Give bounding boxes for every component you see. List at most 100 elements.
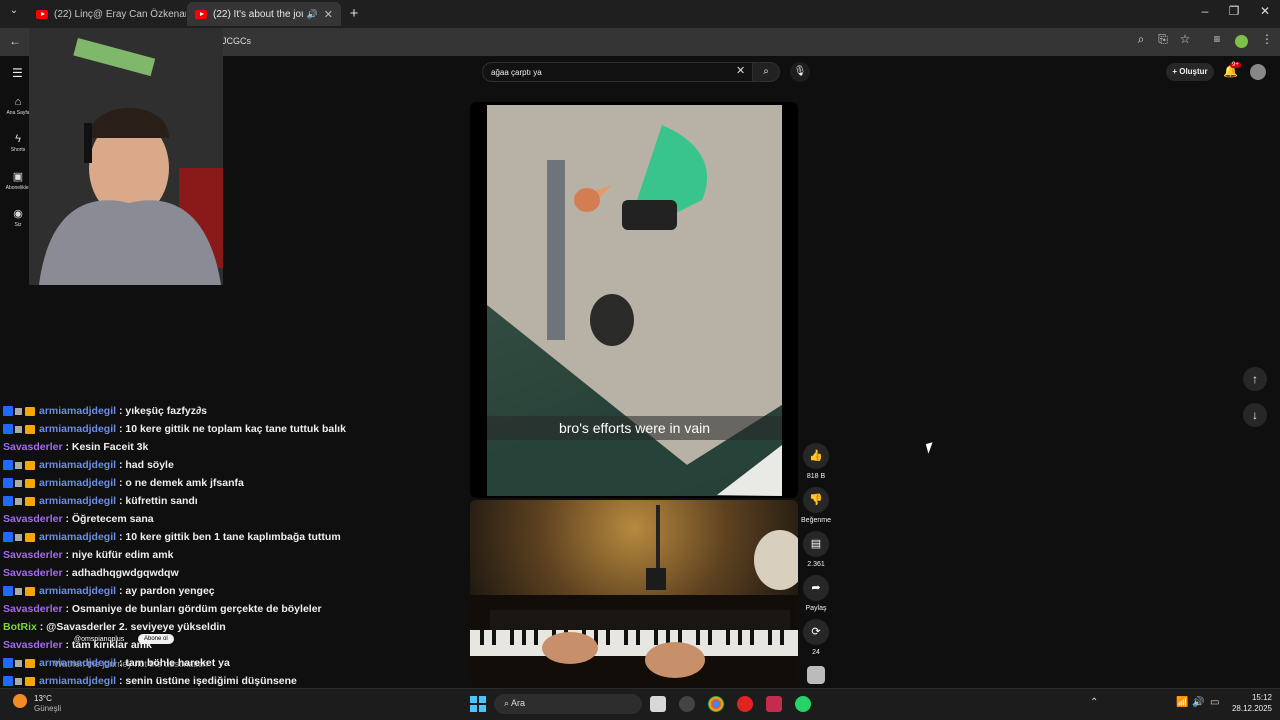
sidebar-label: Ana Sayfa [6,110,30,116]
tab-search-menu-icon[interactable]: ≡ [1207,32,1227,46]
chat-username[interactable]: armiamadjdegil [39,405,116,417]
chat-message: armiamadjdegil : ay pardon yengeç [3,582,215,600]
zoom-icon[interactable]: ⌕ [1131,32,1151,47]
streamer-webcam [29,28,223,285]
chat-text: : @Savasderler 2. seviyeye yükseldin [36,621,226,633]
settings-app-icon[interactable] [679,696,695,712]
chat-username[interactable]: armiamadjdegil [39,585,116,597]
remix-button[interactable]: ⟳ 24 [803,619,829,656]
volume-icon[interactable]: 🔊 [1192,697,1204,708]
share-button[interactable]: ➦ Paylaş [803,575,829,612]
tab-2[interactable]: (22) It's about the journey 🔊 ✕ [187,2,341,26]
bookmark-star-icon[interactable]: ☆ [1175,32,1195,46]
weather-icon[interactable] [13,694,27,708]
sound-thumbnail[interactable] [807,666,825,684]
chat-username[interactable]: Savasderler [3,513,63,525]
dislike-button[interactable]: 👎 Beğenme [801,487,831,524]
search-input[interactable]: ağaa çarptı ya [482,62,756,82]
chat-username[interactable]: armiamadjdegil [39,495,116,507]
clock-date[interactable]: 28.12.2025 [1220,704,1272,713]
browser-menu-icon[interactable]: ⋮ [1257,32,1277,46]
tab-1[interactable]: (22) Linç@ Eray Can Özkenar - ✕ [28,2,186,26]
app-red-icon[interactable] [737,696,753,712]
pocket-icon[interactable] [766,696,782,712]
file-explorer-icon[interactable] [650,696,666,712]
chat-badge-icon [25,586,35,596]
start-button[interactable] [470,696,486,712]
chat-badge-icon [15,497,22,505]
close-window-button[interactable]: ✕ [1250,4,1280,18]
comments-button[interactable]: ▤ 2.361 [803,531,829,568]
back-icon[interactable]: ← [5,34,25,48]
tab-2-title: (22) It's about the journey [213,8,303,20]
chat-username[interactable]: Savasderler [3,639,63,651]
tray-overflow-icon[interactable]: ⌃ [1090,697,1098,708]
search-value: ağaa çarptı ya [491,68,542,77]
battery-icon[interactable]: ▭ [1210,697,1219,708]
voice-search-button[interactable]: 🎙 [790,62,810,82]
chat-text: : had söyle [116,459,174,471]
chat-badge-icon [25,406,35,416]
chat-username[interactable]: Savasderler [3,441,63,453]
chat-message: BotRix : @Savasderler 2. seviyeye yüksel… [3,618,226,636]
audio-playing-icon[interactable]: 🔊 [307,9,318,20]
chat-message: armiamadjdegil : 10 kere gittik ne topla… [3,420,346,438]
chat-text: : 10 kere gittik ne toplam kaç tane tutt… [116,423,346,435]
chat-badge-icon [25,532,35,542]
previous-short-button[interactable]: ↑ [1243,367,1267,391]
chat-text: : Öğretecem sana [62,513,154,525]
create-button[interactable]: + Oluştur [1166,63,1214,81]
hamburger-menu-icon[interactable]: ☰ [12,66,23,80]
chat-badge-icon [15,461,22,469]
whatsapp-icon[interactable] [795,696,811,712]
new-tab-button[interactable]: + [339,5,369,22]
microphone-icon: 🎙 [793,66,807,77]
chat-username[interactable]: armiamadjdegil [39,531,116,543]
wifi-icon[interactable]: 📶 [1176,697,1188,708]
address-bar-url[interactable]: JCGCs [222,36,251,46]
sidebar-label: Abonelikler [5,185,31,191]
maximize-button[interactable]: ❐ [1219,4,1249,18]
minimize-button[interactable]: – [1190,4,1220,18]
chat-text: : niye küfür edim amk [62,549,174,561]
chat-badge-icon [25,424,35,434]
tab-2-close-icon[interactable]: ✕ [318,8,333,21]
remix-count: 24 [812,649,820,656]
thumbs-down-icon: 👎 [803,487,829,513]
chat-message: armiamadjdegil : tam böhle hareket ya [3,654,230,672]
chat-text: : yıkeşüç fazfyz∂s [116,405,208,417]
profile-avatar[interactable] [1235,35,1248,48]
chrome-icon[interactable] [708,696,724,712]
like-button[interactable]: 👍 818 B [803,443,829,480]
video-caption: bro's efforts were in vain [487,416,782,440]
account-avatar[interactable] [1250,64,1266,80]
chat-text: : Osmaniye de bunları gördüm gerçekte de… [62,603,322,615]
clear-search-icon[interactable]: ✕ [736,64,745,77]
windows-logo-icon [470,696,486,712]
chat-username[interactable]: armiamadjdegil [39,477,116,489]
chat-username[interactable]: armiamadjdegil [39,657,116,669]
next-short-preview[interactable] [470,500,798,686]
youtube-icon [36,9,48,19]
chat-username[interactable]: Savasderler [3,549,63,561]
piano-scene-illustration [470,505,798,686]
clock-time[interactable]: 15:12 [1226,693,1272,702]
dislike-label: Beğenme [801,517,831,524]
chat-username[interactable]: armiamadjdegil [39,675,116,687]
chat-username[interactable]: armiamadjdegil [39,459,116,471]
chat-text: : 10 kere gittik ben 1 tane kaplımbağa t… [116,531,341,543]
tab-search-icon[interactable]: ⌄ [0,5,28,16]
chat-username[interactable]: Savasderler [3,567,63,579]
sidebar-label: Siz [14,222,22,228]
chat-message: armiamadjdegil : had söyle [3,456,174,474]
chat-message: armiamadjdegil : o ne demek amk jfsanfa [3,474,244,492]
next-short-button[interactable]: ↓ [1243,403,1267,427]
taskbar-search[interactable]: ⌕ Ara [494,694,642,714]
chat-text: : adhadhqgwdgqwdqw [62,567,179,579]
chat-username[interactable]: BotRix [3,621,37,633]
search-button[interactable]: ⌕ [752,62,780,82]
install-icon[interactable]: ⎘ [1153,32,1173,47]
chat-username[interactable]: armiamadjdegil [39,423,116,435]
chat-badge-icon [3,586,13,596]
chat-username[interactable]: Savasderler [3,603,63,615]
